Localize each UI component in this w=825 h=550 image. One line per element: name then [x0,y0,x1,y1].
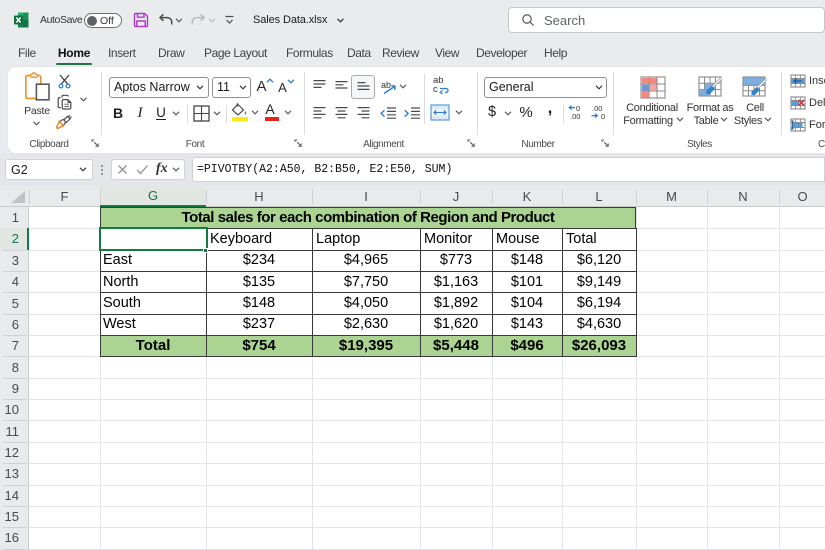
svg-text:0: 0 [601,112,605,121]
svg-text:c: c [433,84,438,94]
svg-text:ab: ab [381,80,391,90]
svg-text:.00: .00 [570,112,580,121]
